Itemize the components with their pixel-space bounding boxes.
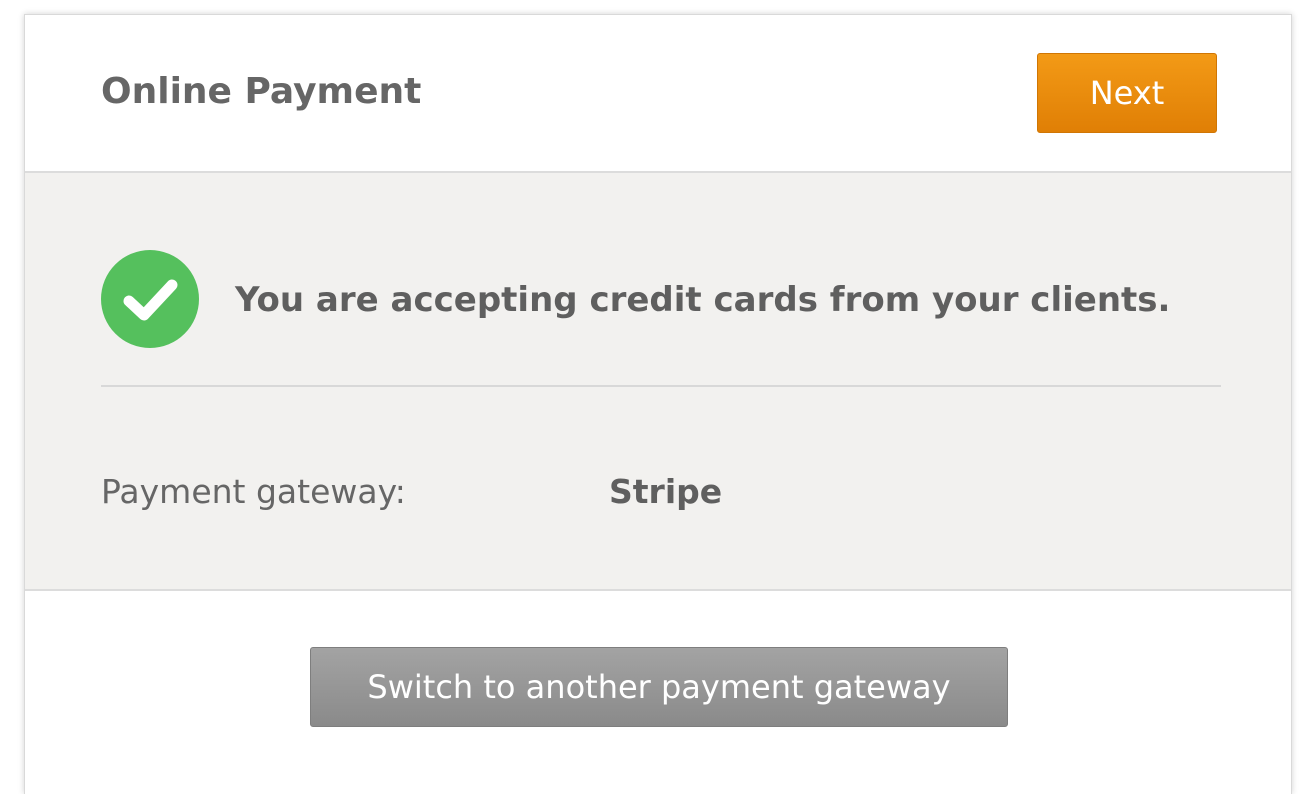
next-button[interactable]: Next xyxy=(1037,53,1217,133)
check-circle-icon xyxy=(101,250,199,348)
panel-header: Online Payment Next xyxy=(25,15,1291,173)
payment-status-section: You are accepting credit cards from your… xyxy=(25,173,1291,591)
switch-gateway-button[interactable]: Switch to another payment gateway xyxy=(310,647,1008,727)
status-message: You are accepting credit cards from your… xyxy=(235,280,1171,320)
divider xyxy=(101,385,1221,387)
gateway-label: Payment gateway: xyxy=(101,472,406,511)
online-payment-panel: Online Payment Next You are accepting cr… xyxy=(24,14,1292,794)
gateway-value: Stripe xyxy=(609,472,723,511)
page-title: Online Payment xyxy=(101,71,422,112)
